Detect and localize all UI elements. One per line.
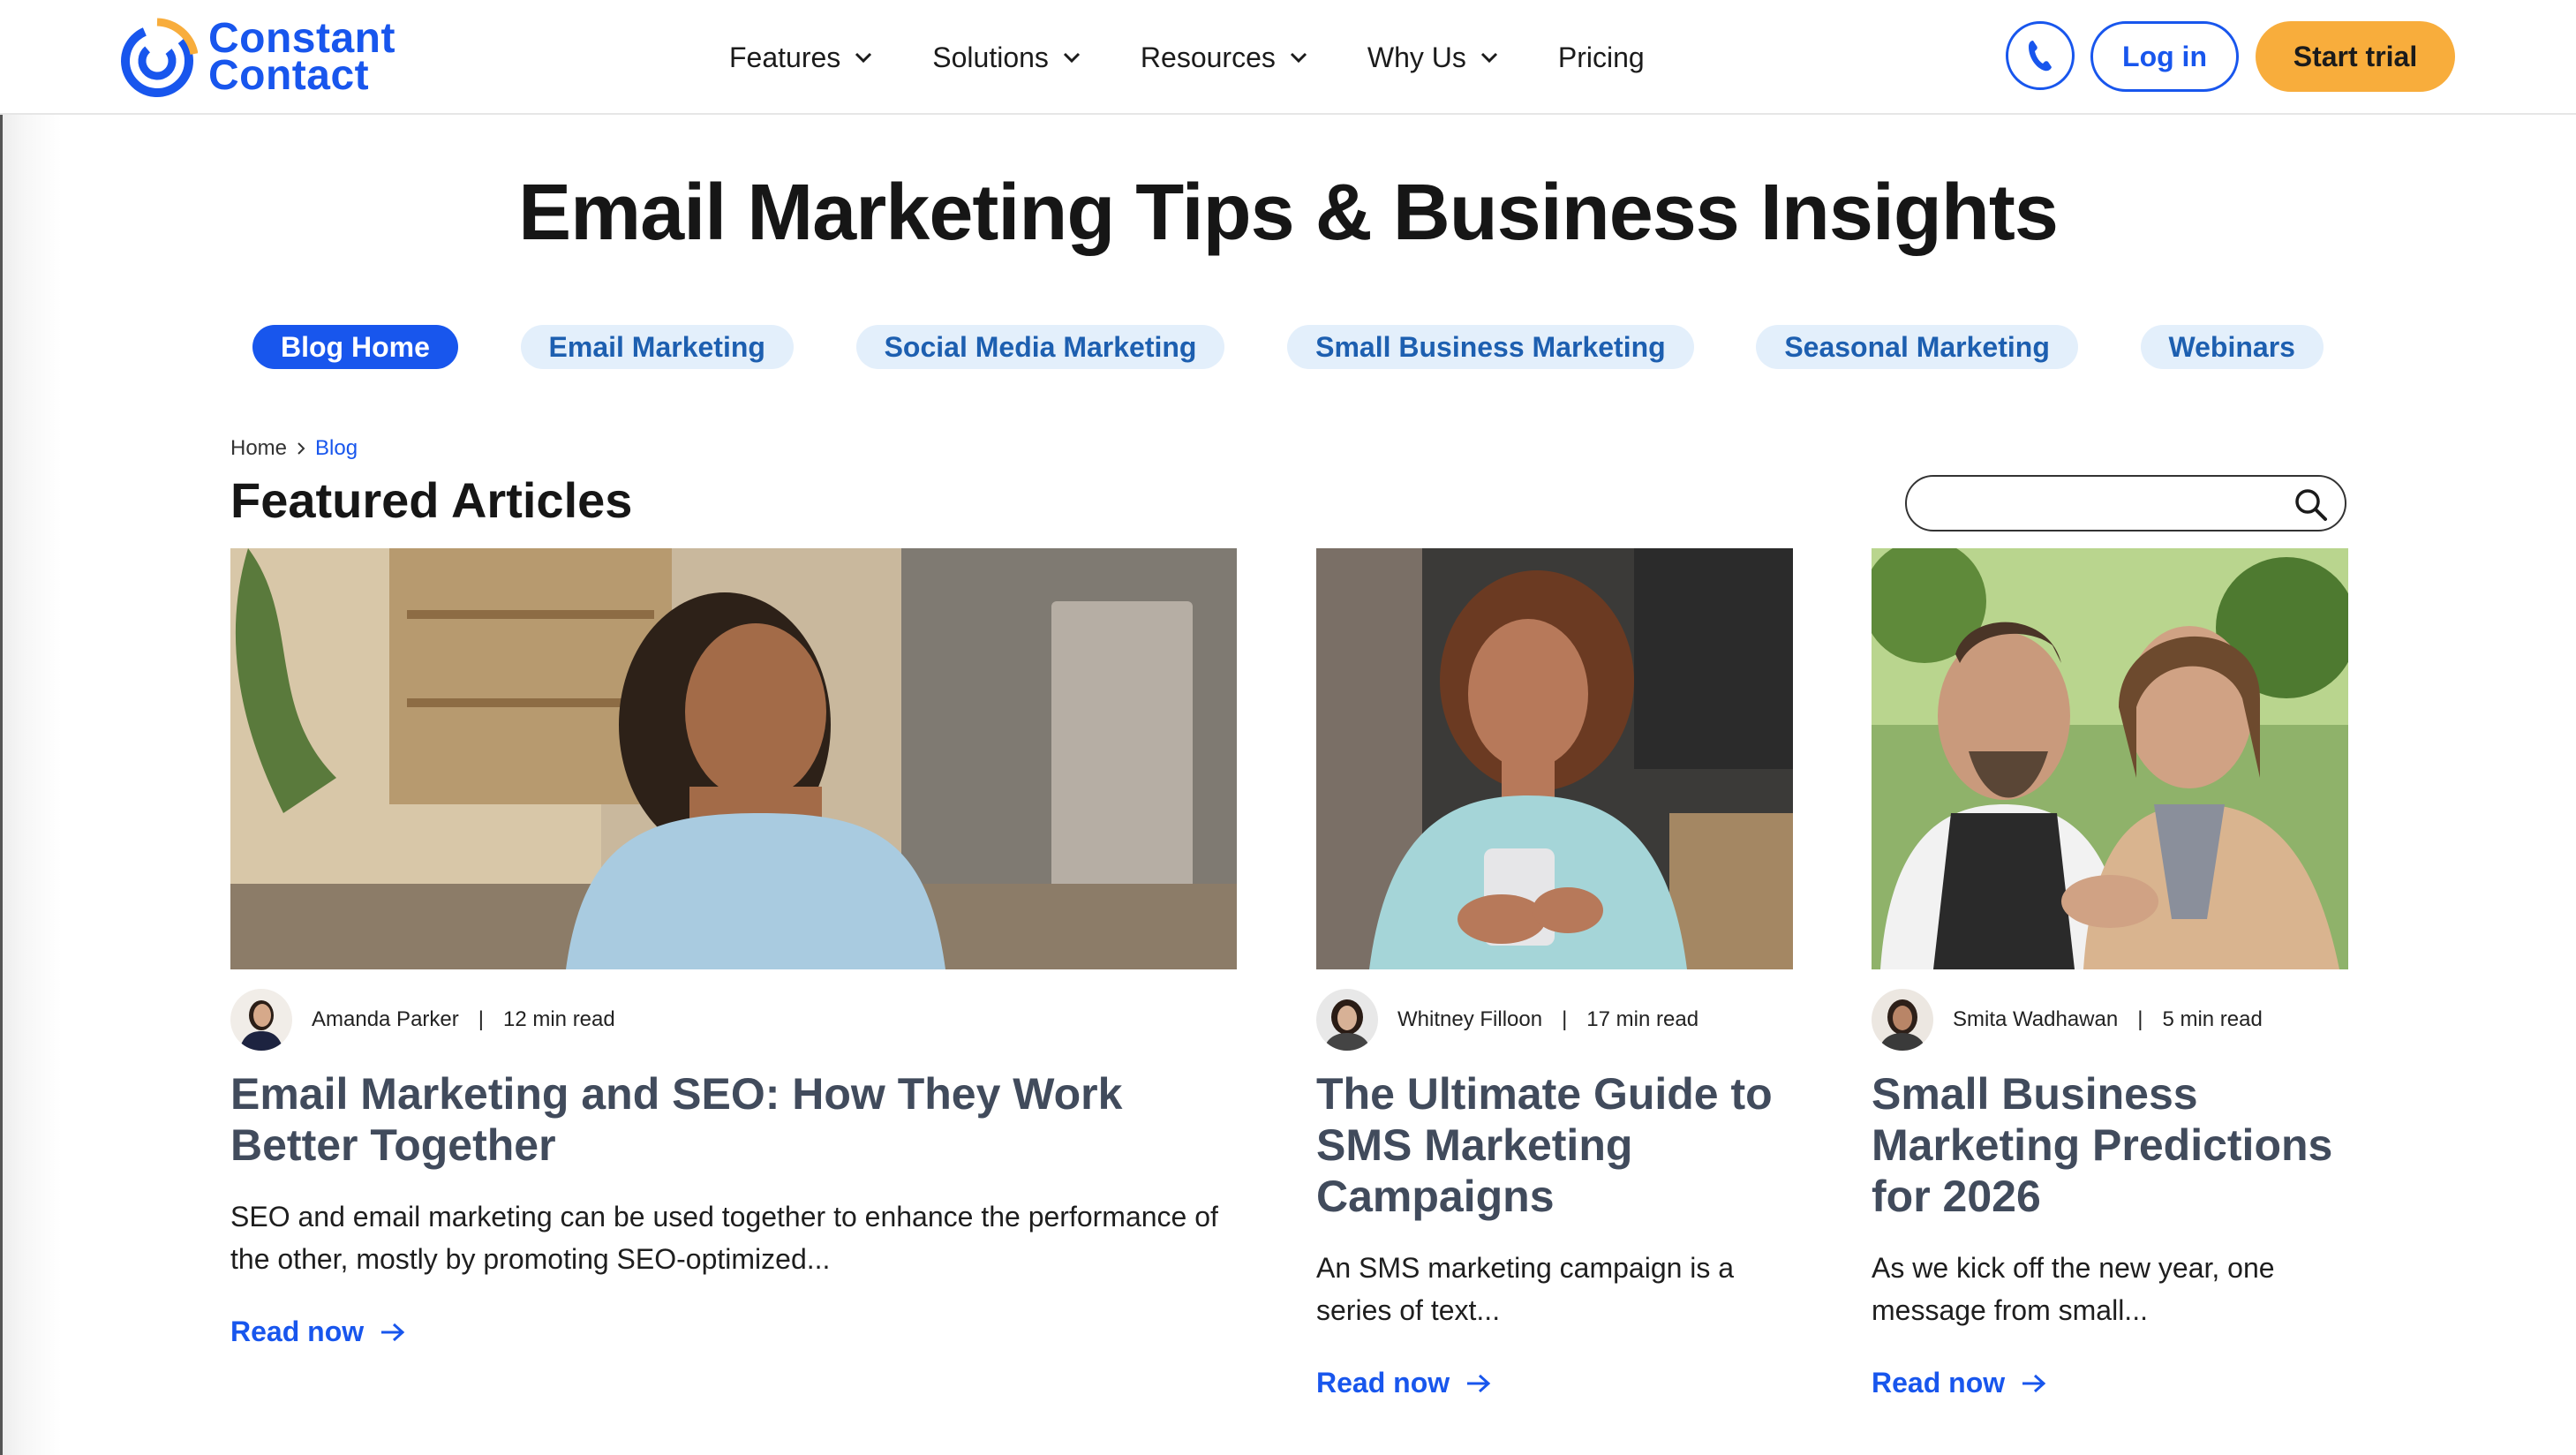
article-meta: Amanda Parker | 12 min read xyxy=(230,989,1237,1051)
logo-icon xyxy=(121,18,198,97)
article-meta: Whitney Filloon | 17 min read xyxy=(1316,989,1793,1051)
tab-webinars[interactable]: Webinars xyxy=(2140,325,2324,369)
featured-articles-heading: Featured Articles xyxy=(230,472,633,528)
read-now-link[interactable]: Read now xyxy=(230,1316,406,1348)
blog-search xyxy=(1905,475,2346,531)
article-description: SEO and email marketing can be used toge… xyxy=(230,1201,1218,1275)
chevron-down-icon xyxy=(1290,52,1307,64)
breadcrumb: Home Blog xyxy=(230,436,358,461)
breadcrumb-blog[interactable]: Blog xyxy=(315,436,358,461)
blog-category-tabs: Blog Home Email Marketing Social Media M… xyxy=(252,325,2324,369)
nav-features[interactable]: Features xyxy=(729,41,872,74)
article-description: As we kick off the new year, one message… xyxy=(1872,1252,2275,1326)
article-title[interactable]: Small Business Marketing Predictions for… xyxy=(1872,1068,2348,1222)
logo-text-line2: Contact xyxy=(208,52,370,99)
article-image[interactable] xyxy=(1316,548,1793,969)
read-now-link[interactable]: Read now xyxy=(1316,1367,1492,1399)
tab-social-media-marketing[interactable]: Social Media Marketing xyxy=(855,325,1225,369)
arrow-right-icon xyxy=(381,1323,405,1341)
phone-button[interactable] xyxy=(2006,21,2075,90)
phone-icon xyxy=(2029,41,2052,72)
constant-contact-logo[interactable]: Constant Contact xyxy=(117,16,395,99)
tab-small-business-marketing[interactable]: Small Business Marketing xyxy=(1287,325,1694,369)
tab-seasonal-marketing[interactable]: Seasonal Marketing xyxy=(1756,325,2078,369)
article-card[interactable]: Amanda Parker | 12 min read Email Market… xyxy=(230,548,1237,1348)
read-time: 5 min read xyxy=(2162,1007,2263,1031)
author-name[interactable]: Whitney Filloon xyxy=(1397,1007,1542,1032)
article-title[interactable]: Email Marketing and SEO: How They Work B… xyxy=(230,1068,1237,1171)
tab-blog-home[interactable]: Blog Home xyxy=(252,325,458,369)
login-button[interactable]: Log in xyxy=(2090,21,2239,92)
chevron-right-icon xyxy=(298,442,305,455)
article-card[interactable]: Whitney Filloon | 17 min read The Ultima… xyxy=(1316,548,1793,1399)
nav-solutions[interactable]: Solutions xyxy=(932,41,1081,74)
arrow-right-icon xyxy=(2022,1374,2046,1392)
chevron-down-icon xyxy=(1480,52,1497,64)
tab-email-marketing[interactable]: Email Marketing xyxy=(520,325,794,369)
author-name[interactable]: Amanda Parker xyxy=(312,1007,459,1032)
start-trial-button[interactable]: Start trial xyxy=(2256,21,2455,92)
read-time: 12 min read xyxy=(502,1007,615,1031)
author-avatar xyxy=(230,989,292,1051)
nav-pricing[interactable]: Pricing xyxy=(1558,41,1645,74)
article-image[interactable] xyxy=(1872,548,2348,969)
author-name[interactable]: Smita Wadhawan xyxy=(1953,1007,2118,1032)
article-card[interactable]: Smita Wadhawan | 5 min read Small Busine… xyxy=(1872,548,2348,1399)
arrow-right-icon xyxy=(1467,1374,1491,1392)
site-header: Constant Contact Features Solutions Reso… xyxy=(0,0,2576,115)
search-input[interactable] xyxy=(1928,486,2281,521)
breadcrumb-home[interactable]: Home xyxy=(230,436,287,461)
article-title[interactable]: The Ultimate Guide to SMS Marketing Camp… xyxy=(1316,1068,1793,1222)
read-time: 17 min read xyxy=(1586,1007,1699,1031)
page-title: Email Marketing Tips & Business Insights xyxy=(518,169,2059,257)
nav-why-us[interactable]: Why Us xyxy=(1367,41,1498,74)
author-avatar xyxy=(1872,989,1933,1051)
chevron-down-icon xyxy=(1063,52,1080,64)
article-description: An SMS marketing campaign is a series of… xyxy=(1316,1252,1735,1326)
article-meta: Smita Wadhawan | 5 min read xyxy=(1872,989,2348,1051)
nav-resources[interactable]: Resources xyxy=(1141,41,1307,74)
chevron-down-icon xyxy=(855,52,872,64)
main-nav: Features Solutions Resources Why Us Pric… xyxy=(729,34,1645,81)
search-icon[interactable] xyxy=(2294,487,2329,523)
author-avatar xyxy=(1316,989,1378,1051)
read-now-link[interactable]: Read now xyxy=(1872,1367,2047,1399)
article-image[interactable] xyxy=(230,548,1237,969)
